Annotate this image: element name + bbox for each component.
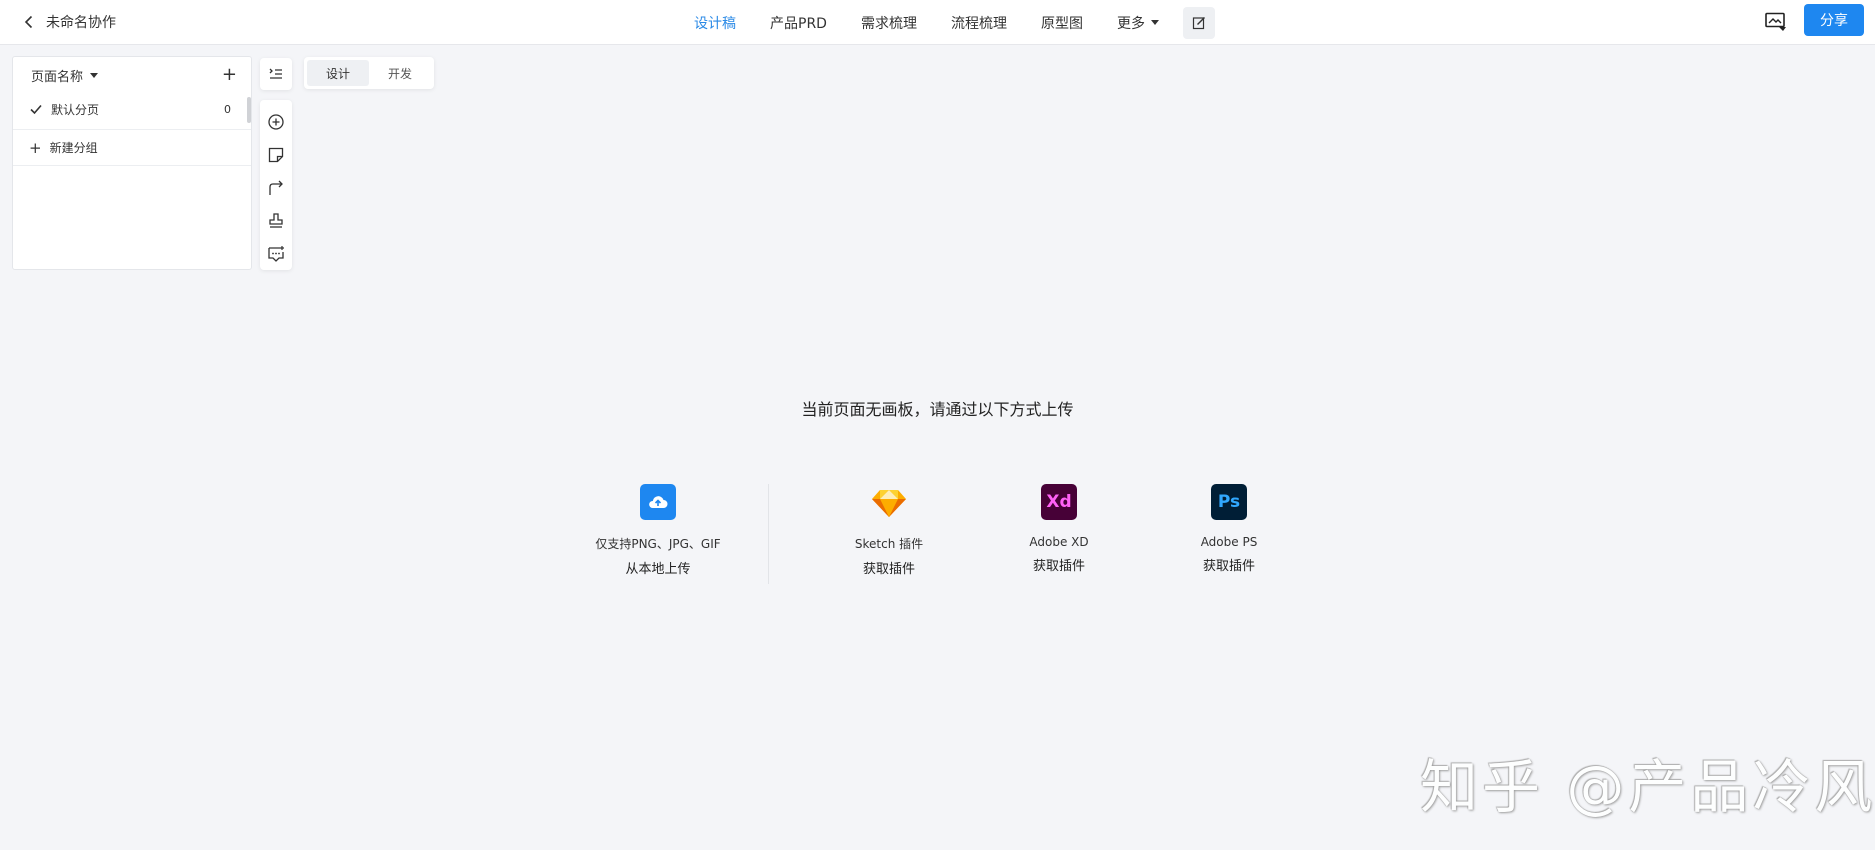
edit-button[interactable] [1182,6,1215,39]
scrollbar[interactable] [247,97,251,123]
page-item-name: 默认分页 [51,102,100,117]
sticky-note-icon [268,148,284,163]
comment-tool[interactable] [260,237,292,270]
adobe-ps-get-plugin-link[interactable]: 获取插件 [1149,555,1309,574]
caret-down-icon [90,72,99,78]
back-button[interactable]: 未命名协作 [22,10,116,34]
sketch-icon [871,484,907,520]
pages-header: 页面名称 + [13,57,251,93]
add-tool[interactable] [260,106,292,139]
upload-local-link[interactable]: 从本地上传 [578,558,738,577]
sketch-plugin-label: Sketch 插件 [854,537,924,551]
adobe-xd-plugin-option[interactable]: Xd Adobe XD 获取插件 [979,484,1139,574]
cloud-upload-icon [640,484,676,520]
add-page-icon[interactable]: + [222,66,237,84]
more-menu[interactable]: 更多 [1117,13,1159,33]
page-item[interactable]: 默认分页 0 [13,93,251,125]
list-indent-icon [269,68,282,79]
tab-requirements[interactable]: 需求梳理 [861,13,917,33]
document-title: 未命名协作 [46,15,116,31]
stamp-icon [269,213,283,228]
check-icon [30,104,42,115]
caret-down-icon [1150,20,1159,25]
tab-prd[interactable]: 产品PRD [770,13,827,33]
mode-switch: 设计 开发 [304,57,434,89]
divider [768,484,769,584]
page-name-sort[interactable]: 页面名称 [31,66,99,85]
local-upload-option[interactable]: 仅支持PNG、JPG、GIF 从本地上传 [578,484,738,577]
share-button[interactable]: 分享 [1804,4,1864,36]
pages-panel: 页面名称 + 默认分页 0 + 新建分组 [12,56,252,270]
adobe-ps-plugin-option[interactable]: Ps Adobe PS 获取插件 [1149,484,1309,574]
sticky-note-tool[interactable] [260,139,292,172]
plus-circle-icon [268,114,284,131]
mode-develop[interactable]: 开发 [369,60,431,86]
adobe-xd-get-plugin-link[interactable]: 获取插件 [979,555,1139,574]
tab-flow[interactable]: 流程梳理 [951,13,1007,33]
upload-formats-note: 仅支持PNG、JPG、GIF [595,537,721,551]
pages-header-label: 页面名称 [31,69,84,85]
page-item-count: 0 [224,102,231,116]
more-label: 更多 [1116,15,1145,32]
outline-toggle-button[interactable] [260,58,292,90]
adobe-xd-label: Adobe XD [1029,535,1089,549]
top-nav: 设计稿 产品PRD 需求梳理 流程梳理 原型图 更多 [694,0,1215,45]
empty-canvas-message: 当前页面无画板，请通过以下方式上传 [801,400,1074,419]
new-group-button[interactable]: + 新建分组 [13,130,251,166]
adobe-xd-icon: Xd [1041,484,1077,520]
tab-design[interactable]: 设计稿 [694,13,736,33]
left-toolbar [260,100,292,270]
top-bar: 未命名协作 设计稿 产品PRD 需求梳理 流程梳理 原型图 更多 分享 [0,0,1875,45]
tab-prototype[interactable]: 原型图 [1041,13,1083,33]
connector-tool[interactable] [260,172,292,205]
stamp-tool[interactable] [260,204,292,237]
mode-design[interactable]: 设计 [307,60,369,86]
comment-image-icon [1765,12,1786,31]
annotation-button[interactable] [1763,9,1789,35]
sketch-get-plugin-link[interactable]: 获取插件 [809,558,969,577]
edit-icon [1192,16,1205,29]
chevron-left-icon [24,15,33,29]
connector-arrow-icon [269,180,283,195]
comment-add-icon [268,245,284,262]
adobe-ps-icon: Ps [1211,484,1247,520]
watermark: 知乎 @产品冷风 [1420,753,1875,821]
sketch-plugin-option[interactable]: Sketch 插件 获取插件 [809,484,969,577]
plus-icon: + [29,138,42,157]
new-group-label: 新建分组 [49,141,98,155]
adobe-ps-label: Adobe PS [1200,535,1258,549]
